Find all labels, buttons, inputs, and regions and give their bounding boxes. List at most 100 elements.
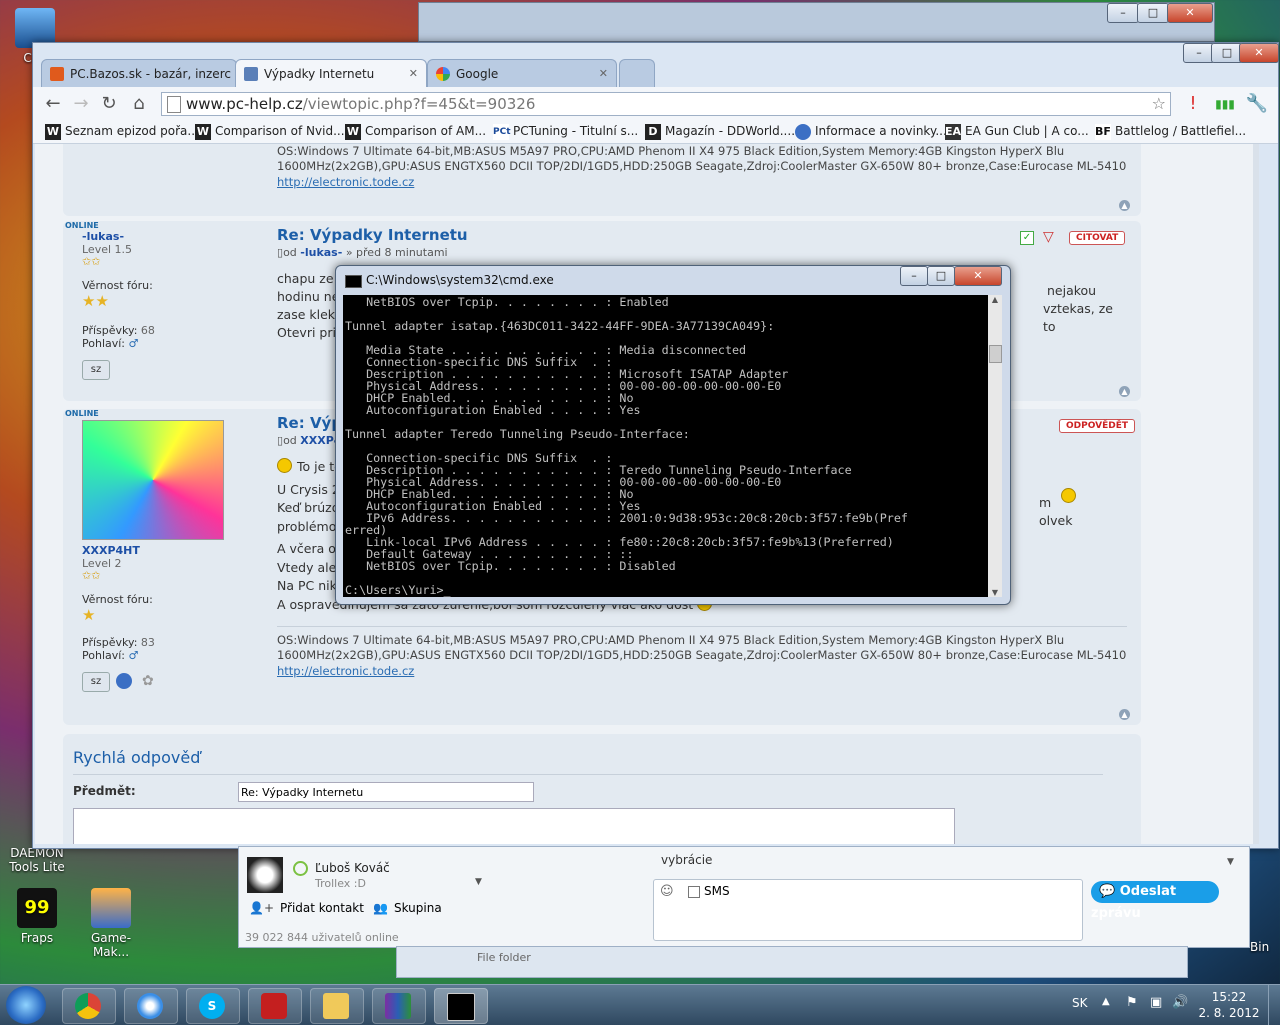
desktop-icon-fraps[interactable]: 99 Fraps (2, 888, 72, 945)
show-hidden-icons[interactable]: ▲ (1102, 996, 1110, 1007)
bookmark-item[interactable]: Informace a novinky... (795, 124, 947, 140)
bookmark-item[interactable]: W Comparison of AM... (345, 124, 486, 140)
new-tab-button[interactable] (619, 59, 655, 87)
cmd-window[interactable]: C:\Windows\system32\cmd.exe – □ ✕ NetBIO… (335, 265, 1011, 605)
contact-dropdown-icon[interactable]: ▼ (475, 877, 482, 887)
scroll-top-icon[interactable]: ▲ (1119, 386, 1130, 397)
tab-google[interactable]: Google ✕ (427, 59, 617, 87)
clock[interactable]: 15:22 2. 8. 2012 (1196, 989, 1262, 1021)
icq-icon[interactable]: ✿ (142, 673, 158, 689)
signature-link[interactable]: http://electronic.tode.cz (277, 175, 1127, 190)
subject-input[interactable] (238, 782, 534, 802)
forward-arrow-icon[interactable]: → (69, 92, 93, 116)
extension-bars-icon[interactable]: ▮▮▮ (1213, 92, 1237, 116)
bookmark-item[interactable]: D Magazín - DDWorld.... (645, 124, 795, 140)
cmd-minimize-button[interactable]: – (900, 266, 928, 286)
reload-icon[interactable]: ↻ (97, 92, 121, 116)
start-button[interactable] (6, 986, 46, 1024)
group-button[interactable]: 👥 Skupina (373, 901, 442, 915)
action-center-icon[interactable]: ⚑ (1126, 995, 1138, 1010)
meta-author-link[interactable]: -lukas- (300, 246, 342, 259)
add-contact-button[interactable]: 👤+ Přidat kontakt (249, 901, 364, 915)
taskbar-winrar[interactable] (372, 988, 426, 1024)
cmd-console[interactable]: NetBIOS over Tcpip. . . . . . . . : Enab… (343, 295, 988, 597)
scroll-top-icon[interactable]: ▲ (1119, 709, 1130, 720)
bookmark-item[interactable]: W Seznam epizod pořa... (45, 124, 199, 140)
scroll-down-arrow-icon[interactable]: ▼ (988, 588, 1002, 597)
chat-input-box[interactable]: ☺ SMS (653, 879, 1083, 941)
taskbar-skype[interactable]: S (186, 988, 240, 1024)
signature-link[interactable]: http://electronic.tode.cz (277, 664, 1127, 679)
tab-pc-bazos[interactable]: PC.Bazos.sk - bazár, inzerc (41, 59, 237, 87)
battlefield-icon: BF (1095, 124, 1111, 140)
pctuning-icon: PCt (493, 124, 511, 140)
send-message-button[interactable]: 💬 Odeslat zprávu (1091, 881, 1219, 921)
post-title[interactable]: Re: Výpadky Internetu (277, 226, 1127, 244)
language-indicator[interactable]: SK (1072, 996, 1088, 1010)
skype-badge[interactable]: sz (82, 360, 110, 380)
taskbar-chrome[interactable] (62, 988, 116, 1024)
extension-icon[interactable]: ! (1181, 92, 1205, 116)
game-maker-icon (91, 888, 131, 928)
male-icon: ♂ (128, 337, 139, 350)
address-bar[interactable]: www.pc-help.cz/viewtopic.php?f=45&t=9032… (161, 92, 1171, 116)
bookmark-item[interactable]: EA EA Gun Club | A co... (945, 124, 1089, 140)
message-textarea[interactable] (73, 808, 955, 844)
post-signature: OS:Windows 7 Ultimate 64-bit,MB:ASUS M5A… (277, 626, 1127, 679)
bookmark-star-icon[interactable]: ☆ (1152, 93, 1166, 115)
reply-button[interactable]: ODPOVĚDĚT (1059, 419, 1135, 433)
desktop-icon-game-maker[interactable]: Game-Mak... (76, 888, 146, 959)
desktop-icon-label: DAEMON Tools Lite (9, 846, 65, 874)
volume-icon[interactable]: 🔊 (1172, 995, 1188, 1010)
taskbar-acrobat[interactable] (248, 988, 302, 1024)
network-icon[interactable]: ▣ (1150, 995, 1162, 1010)
contact-avatar (247, 857, 283, 893)
post-signature: OS:Windows 7 Ultimate 64-bit,MB:ASUS M5A… (277, 144, 1127, 190)
close-button[interactable]: ✕ (1167, 3, 1213, 23)
bookmark-item[interactable]: BF Battlelog / Battlefiel... (1095, 124, 1246, 140)
bookmark-item[interactable]: PCt PCTuning - Titulní s... (493, 124, 638, 140)
skype-badge[interactable]: sz (82, 672, 110, 692)
background-window[interactable]: – □ ✕ (418, 2, 1215, 42)
posts-number: 83 (140, 636, 155, 649)
wrench-icon[interactable]: 🔧 (1245, 92, 1269, 116)
tab-close-icon[interactable]: ✕ (409, 60, 418, 87)
scroll-up-arrow-icon[interactable]: ▲ (988, 295, 1002, 304)
tab-strip: PC.Bazos.sk - bazár, inzerc Výpadky Inte… (33, 55, 1278, 87)
maximize-button[interactable]: □ (1137, 3, 1169, 23)
username-link[interactable]: XXXP4HT (82, 544, 219, 557)
desktop-icon-daemon-tools[interactable]: DAEMON Tools Lite (2, 846, 72, 874)
page-scrollbar[interactable] (1253, 144, 1259, 844)
bookmark-item[interactable]: W Comparison of Nvid... (195, 124, 345, 140)
cmd-maximize-button[interactable]: □ (927, 266, 955, 286)
wikipedia-icon: W (195, 124, 211, 140)
chat-dropdown-icon[interactable]: ▼ (1227, 857, 1234, 867)
minimize-button[interactable]: – (1107, 3, 1139, 23)
tab-label: PC.Bazos.sk - bazár, inzerc (70, 67, 231, 81)
tab-vypadky-internetu[interactable]: Výpadky Internetu ✕ (235, 59, 427, 87)
quote-button[interactable]: CITOVAT (1069, 231, 1126, 245)
rank-stars-icon: ✩✩ (82, 569, 101, 582)
tab-close-icon[interactable]: ✕ (599, 60, 608, 87)
skype-window[interactable]: Ľuboš Kováč Trollex :D ▼ 👤+ Přidat kontak… (238, 846, 1250, 948)
show-desktop-button[interactable] (1268, 985, 1280, 1025)
taskbar-cmd[interactable] (434, 988, 488, 1024)
cmd-scrollbar[interactable]: ▲ ▼ (988, 295, 1002, 597)
emoticon-icon[interactable]: ☺ (660, 884, 674, 899)
report-icon[interactable]: ▽ (1043, 229, 1054, 245)
website-globe-icon[interactable] (116, 673, 132, 689)
taskbar-itunes[interactable] (124, 988, 178, 1024)
scroll-thumb[interactable] (989, 345, 1002, 363)
scroll-top-icon[interactable]: ▲ (1119, 200, 1130, 211)
loyalty-stars-icon: ★★ (82, 292, 109, 310)
home-icon[interactable]: ⌂ (127, 92, 151, 116)
tab-label: Výpadky Internetu (264, 67, 375, 81)
back-arrow-icon[interactable]: ← (41, 92, 65, 116)
contact-name[interactable]: Ľuboš Kováč (315, 861, 390, 875)
username-link[interactable]: -lukas- (82, 230, 219, 243)
approve-icon[interactable]: ✓ (1020, 231, 1034, 245)
sms-checkbox[interactable] (688, 886, 700, 898)
chat-bubble-icon: 💬 (1099, 884, 1116, 899)
cmd-close-button[interactable]: ✕ (954, 266, 1002, 286)
taskbar-explorer[interactable] (310, 988, 364, 1024)
